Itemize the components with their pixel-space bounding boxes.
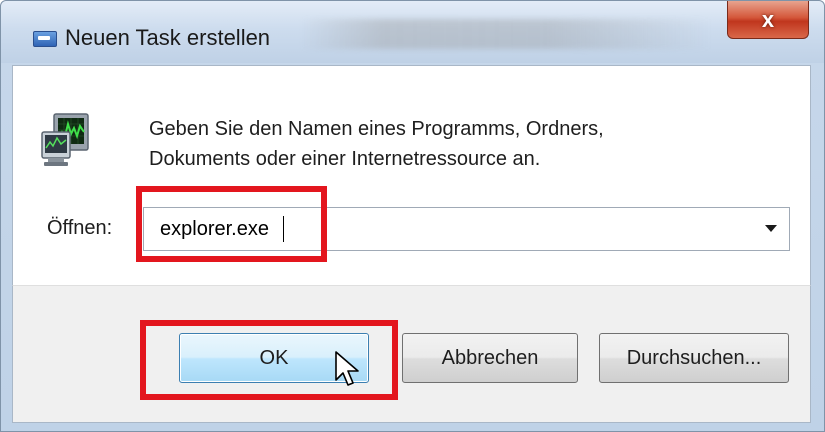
close-button[interactable]: x <box>727 1 809 39</box>
window-title: Neuen Task erstellen <box>65 25 271 50</box>
chevron-down-icon[interactable] <box>765 225 777 232</box>
run-dialog-icon <box>33 31 57 47</box>
dialog-body <box>12 65 811 285</box>
mouse-pointer-icon <box>335 351 359 386</box>
blurred-background <box>301 19 711 49</box>
highlight-box-input <box>136 186 327 262</box>
prompt-line-2: Dokuments oder einer Internetressource a… <box>149 148 541 170</box>
prompt-line-1: Geben Sie den Namen eines Programms, Ord… <box>149 118 604 140</box>
open-label: Öffnen: <box>47 217 113 239</box>
prompt-text: Geben Sie den Namen eines Programms, Ord… <box>149 114 604 174</box>
title-bar[interactable]: Neuen Task erstellen x <box>1 1 824 63</box>
close-icon: x <box>761 6 775 32</box>
browse-button[interactable]: Durchsuchen... <box>599 333 789 383</box>
cancel-button[interactable]: Abbrechen <box>402 333 578 383</box>
task-manager-monitor-icon <box>41 113 89 166</box>
